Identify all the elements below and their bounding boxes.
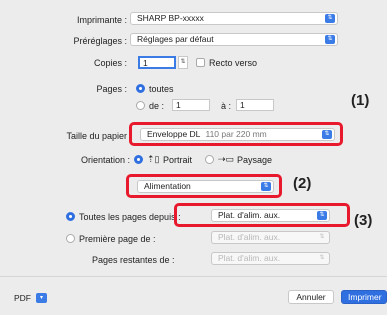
orientation-portrait-radio[interactable] <box>134 155 143 164</box>
presets-value: Réglages par défaut <box>137 34 214 44</box>
landscape-icon: ⇢▭ <box>218 154 235 164</box>
duplex-label: Recto verso <box>209 58 258 68</box>
orientation-landscape-label: Paysage <box>237 155 273 165</box>
feed-remaining-select[interactable]: Plat. d'alim. aux. ⇅ <box>211 252 330 265</box>
presets-label: Préréglages : <box>73 36 127 46</box>
chevron-updown-icon: ⇅ <box>319 255 325 261</box>
chevron-updown-icon: ⇅ <box>325 14 335 23</box>
feed-first-label: Première page de : <box>79 234 156 244</box>
feed-first-radio[interactable] <box>66 234 75 243</box>
feed-first-select[interactable]: Plat. d'alim. aux. ⇅ <box>211 231 330 244</box>
printer-select[interactable]: SHARP BP-xxxxx ⇅ <box>130 12 338 25</box>
printer-value: SHARP BP-xxxxx <box>137 13 204 23</box>
highlight-paper-size <box>129 122 343 146</box>
copies-stepper[interactable]: ⇅ <box>178 56 188 69</box>
portrait-icon: ⇡▯ <box>147 154 160 164</box>
pdf-label: PDF <box>14 293 31 303</box>
feed-all-radio[interactable] <box>66 212 75 221</box>
presets-select[interactable]: Réglages par défaut ⇅ <box>130 33 338 46</box>
copies-label: Copies : <box>93 58 127 68</box>
pages-range-radio[interactable] <box>136 101 145 110</box>
feed-all-label: Toutes les pages depuis : <box>79 212 181 222</box>
orientation-label: Orientation : <box>80 155 130 165</box>
print-button[interactable]: Imprimer <box>341 290 387 304</box>
feed-remaining-value: Plat. d'alim. aux. <box>218 253 281 263</box>
pages-to-label: à : <box>221 101 232 111</box>
orientation-portrait-label: Portrait <box>163 155 193 165</box>
feed-first-value: Plat. d'alim. aux. <box>218 232 281 242</box>
callout-1: (1) <box>351 92 370 109</box>
callout-2: (2) <box>293 175 312 192</box>
printer-label: Imprimante : <box>76 15 127 25</box>
highlight-feed-all <box>174 203 350 227</box>
feed-remaining-label: Pages restantes de : <box>92 255 175 265</box>
pages-all-radio[interactable] <box>136 84 145 93</box>
pdf-menu-button[interactable]: PDF ▾ <box>14 292 52 306</box>
duplex-checkbox[interactable] <box>196 58 205 67</box>
highlight-section <box>126 174 282 198</box>
paper-size-label: Taille du papier <box>66 131 127 141</box>
footer-divider <box>0 276 387 277</box>
orientation-landscape-radio[interactable] <box>205 155 214 164</box>
pages-to-input[interactable]: 1 <box>236 99 274 111</box>
chevron-down-icon: ▾ <box>36 293 47 303</box>
pages-label: Pages : <box>96 84 127 94</box>
pages-all-label: toutes <box>149 84 174 94</box>
callout-3: (3) <box>354 212 373 229</box>
cancel-button[interactable]: Annuler <box>288 290 334 304</box>
chevron-updown-icon: ⇅ <box>319 234 325 240</box>
pages-from-input[interactable]: 1 <box>172 99 210 111</box>
chevron-updown-icon: ⇅ <box>325 35 335 44</box>
copies-input[interactable]: 1 <box>138 56 176 69</box>
pages-from-label: de : <box>149 101 165 111</box>
